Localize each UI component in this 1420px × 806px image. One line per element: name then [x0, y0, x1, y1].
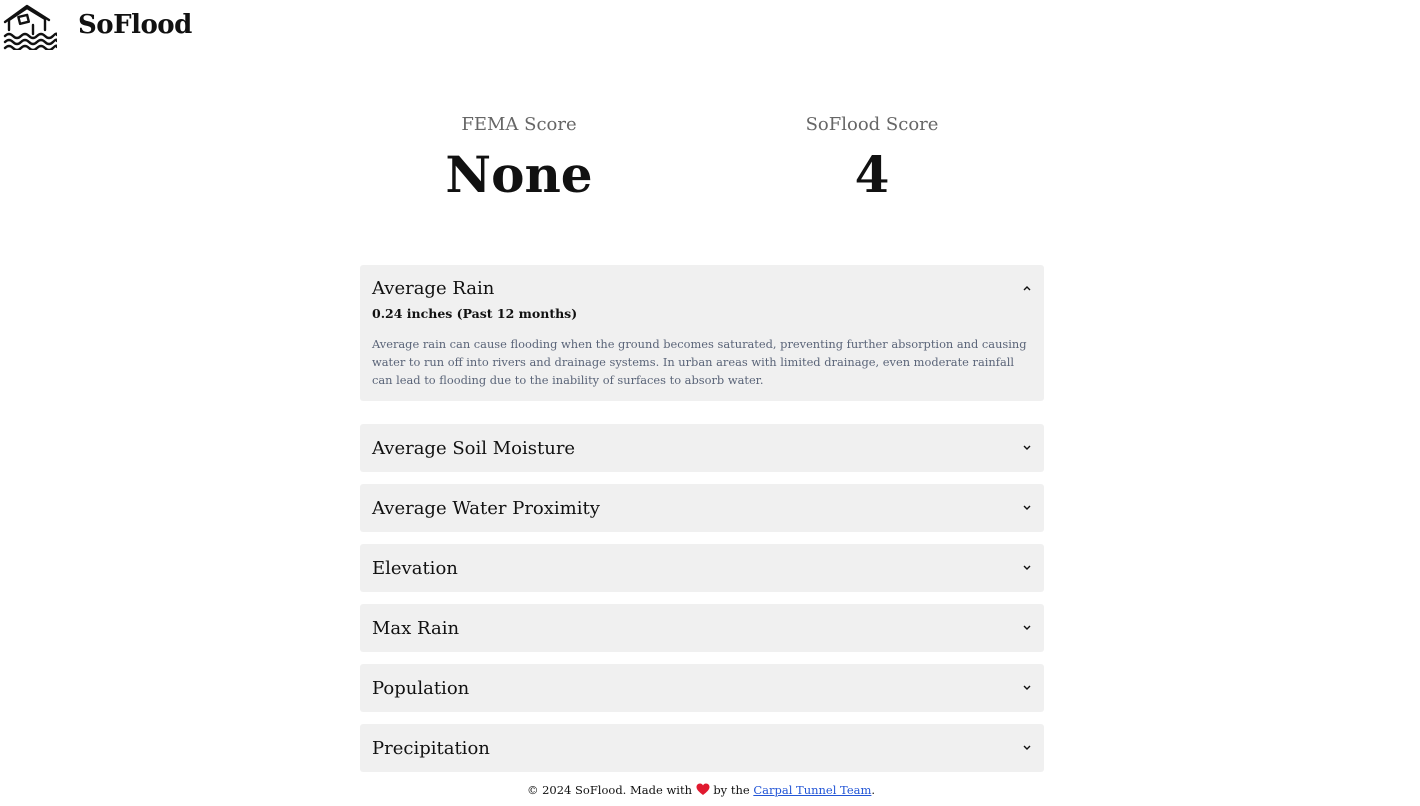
accordion-title: Average Water Proximity: [372, 497, 600, 519]
accordion-header-elevation[interactable]: Elevation: [360, 544, 1044, 592]
soflood-score: SoFlood Score 4: [722, 113, 1022, 205]
brand-name[interactable]: SoFlood: [78, 10, 192, 40]
chevron-down-icon[interactable]: [1022, 563, 1032, 573]
accordion-average-water-proximity: Average Water Proximity: [360, 484, 1044, 532]
accordion-population: Population: [360, 664, 1044, 712]
chevron-down-icon[interactable]: [1022, 743, 1032, 753]
accordion-header-max-rain[interactable]: Max Rain: [360, 604, 1044, 652]
average-rain-value: 0.24 inches (Past 12 months): [372, 306, 578, 321]
accordion-title: Population: [372, 677, 470, 699]
accordion-title: Precipitation: [372, 737, 490, 759]
carpal-tunnel-team-link[interactable]: Carpal Tunnel Team: [753, 783, 871, 797]
heart-icon: [696, 783, 710, 795]
accordion-header-population[interactable]: Population: [360, 664, 1044, 712]
chevron-down-icon[interactable]: [1022, 443, 1032, 453]
accordion-title: Max Rain: [372, 617, 460, 639]
accordion-title: Average Rain: [372, 277, 495, 299]
accordion-precipitation: Precipitation: [360, 724, 1044, 772]
accordion-average-soil-moisture: Average Soil Moisture: [360, 424, 1044, 472]
average-rain-description: Average rain can cause flooding when the…: [372, 337, 1027, 387]
accordion-header-precipitation[interactable]: Precipitation: [360, 724, 1044, 772]
accordion-header-average-soil-moisture[interactable]: Average Soil Moisture: [360, 424, 1044, 472]
accordion-elevation: Elevation: [360, 544, 1044, 592]
chevron-down-icon[interactable]: [1022, 503, 1032, 513]
chevron-up-icon[interactable]: [1022, 283, 1032, 293]
soflood-score-value: 4: [854, 145, 890, 204]
chevron-down-icon[interactable]: [1022, 683, 1032, 693]
accordion-average-rain: Average Rain 0.24 inches (Past 12 months…: [360, 265, 1044, 401]
fema-score-label: FEMA Score: [461, 114, 577, 135]
accordion-header-average-water-proximity[interactable]: Average Water Proximity: [360, 484, 1044, 532]
accordion-body-average-rain: 0.24 inches (Past 12 months) Average rai…: [360, 305, 1044, 401]
soflood-score-label: SoFlood Score: [805, 114, 939, 135]
footer: © 2024 SoFlood. Made with by the Carpal …: [0, 781, 1402, 799]
fema-score: FEMA Score None: [369, 113, 669, 205]
accordion-max-rain: Max Rain: [360, 604, 1044, 652]
footer-prefix: © 2024 SoFlood. Made with: [526, 783, 692, 797]
flooded-house-icon[interactable]: [3, 4, 57, 50]
footer-suffix: .: [871, 783, 876, 797]
accordion-title: Average Soil Moisture: [372, 437, 576, 459]
footer-middle: by the: [713, 783, 750, 797]
fema-score-value: None: [445, 145, 593, 204]
accordion-title: Elevation: [372, 557, 458, 579]
chevron-down-icon[interactable]: [1022, 623, 1032, 633]
